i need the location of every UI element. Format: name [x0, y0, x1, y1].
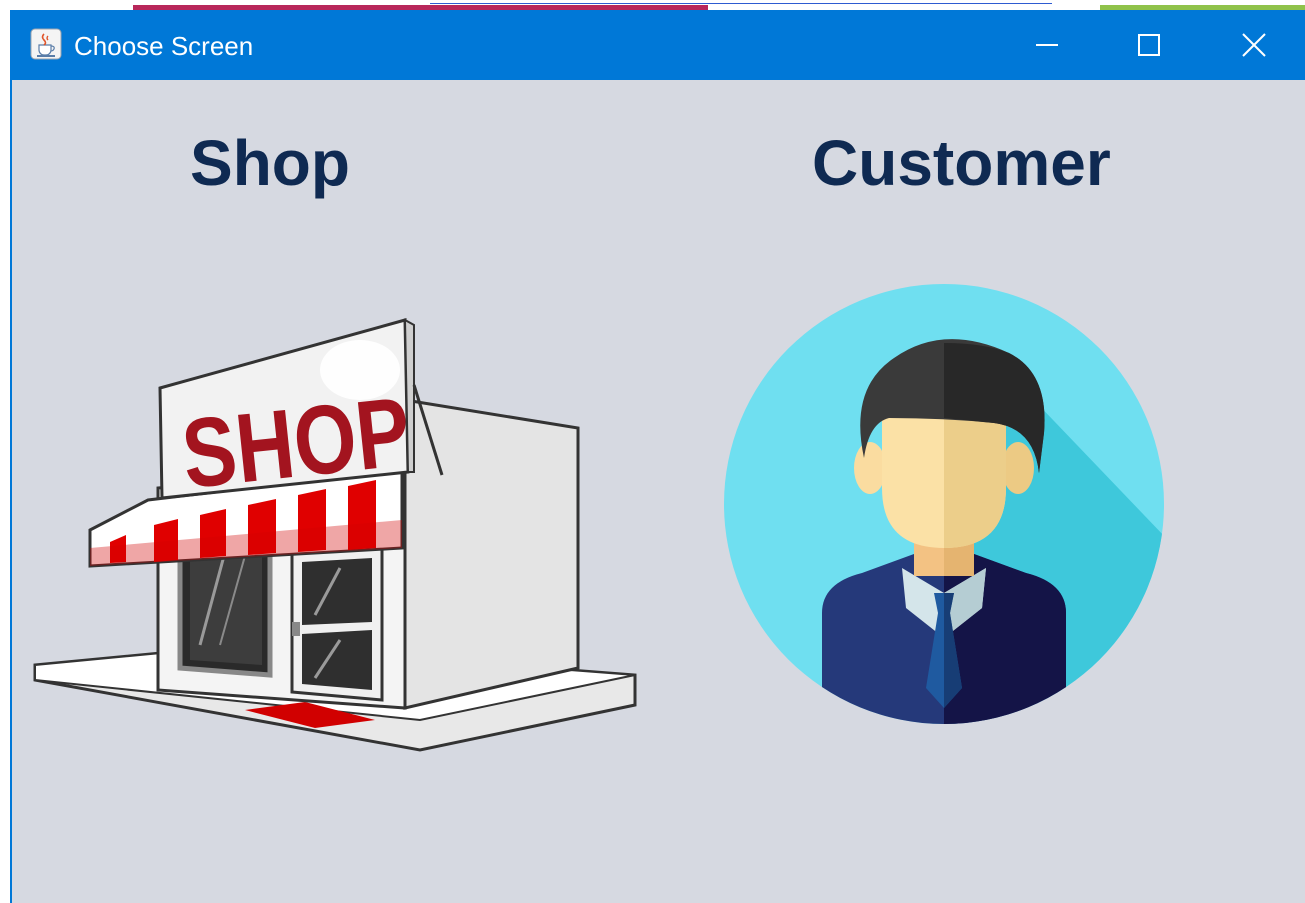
shop-heading: Shop — [190, 127, 350, 199]
close-icon — [1242, 33, 1266, 57]
maximize-button[interactable] — [1099, 10, 1199, 80]
customer-avatar-icon[interactable] — [722, 268, 1166, 740]
maximize-icon — [1138, 34, 1160, 56]
minimize-button[interactable] — [997, 10, 1097, 80]
customer-heading: Customer — [812, 127, 1111, 199]
shop-option[interactable]: Shop SHOP — [12, 80, 658, 903]
title-bar[interactable]: Choose Screen — [12, 10, 1305, 80]
java-cup-icon — [30, 28, 62, 60]
choose-screen-window: Choose Screen Shop SHOP Customer — [10, 10, 1305, 903]
customer-option[interactable]: Customer — [658, 80, 1305, 903]
window-title: Choose Screen — [74, 31, 254, 61]
content-panel: Shop SHOP Customer — [12, 80, 1305, 903]
background-link — [430, 0, 1052, 4]
shop-storefront-icon[interactable]: SHOP — [30, 250, 640, 765]
minimize-icon — [1036, 44, 1058, 46]
background-strip — [0, 0, 1305, 10]
close-button[interactable] — [1204, 10, 1304, 80]
